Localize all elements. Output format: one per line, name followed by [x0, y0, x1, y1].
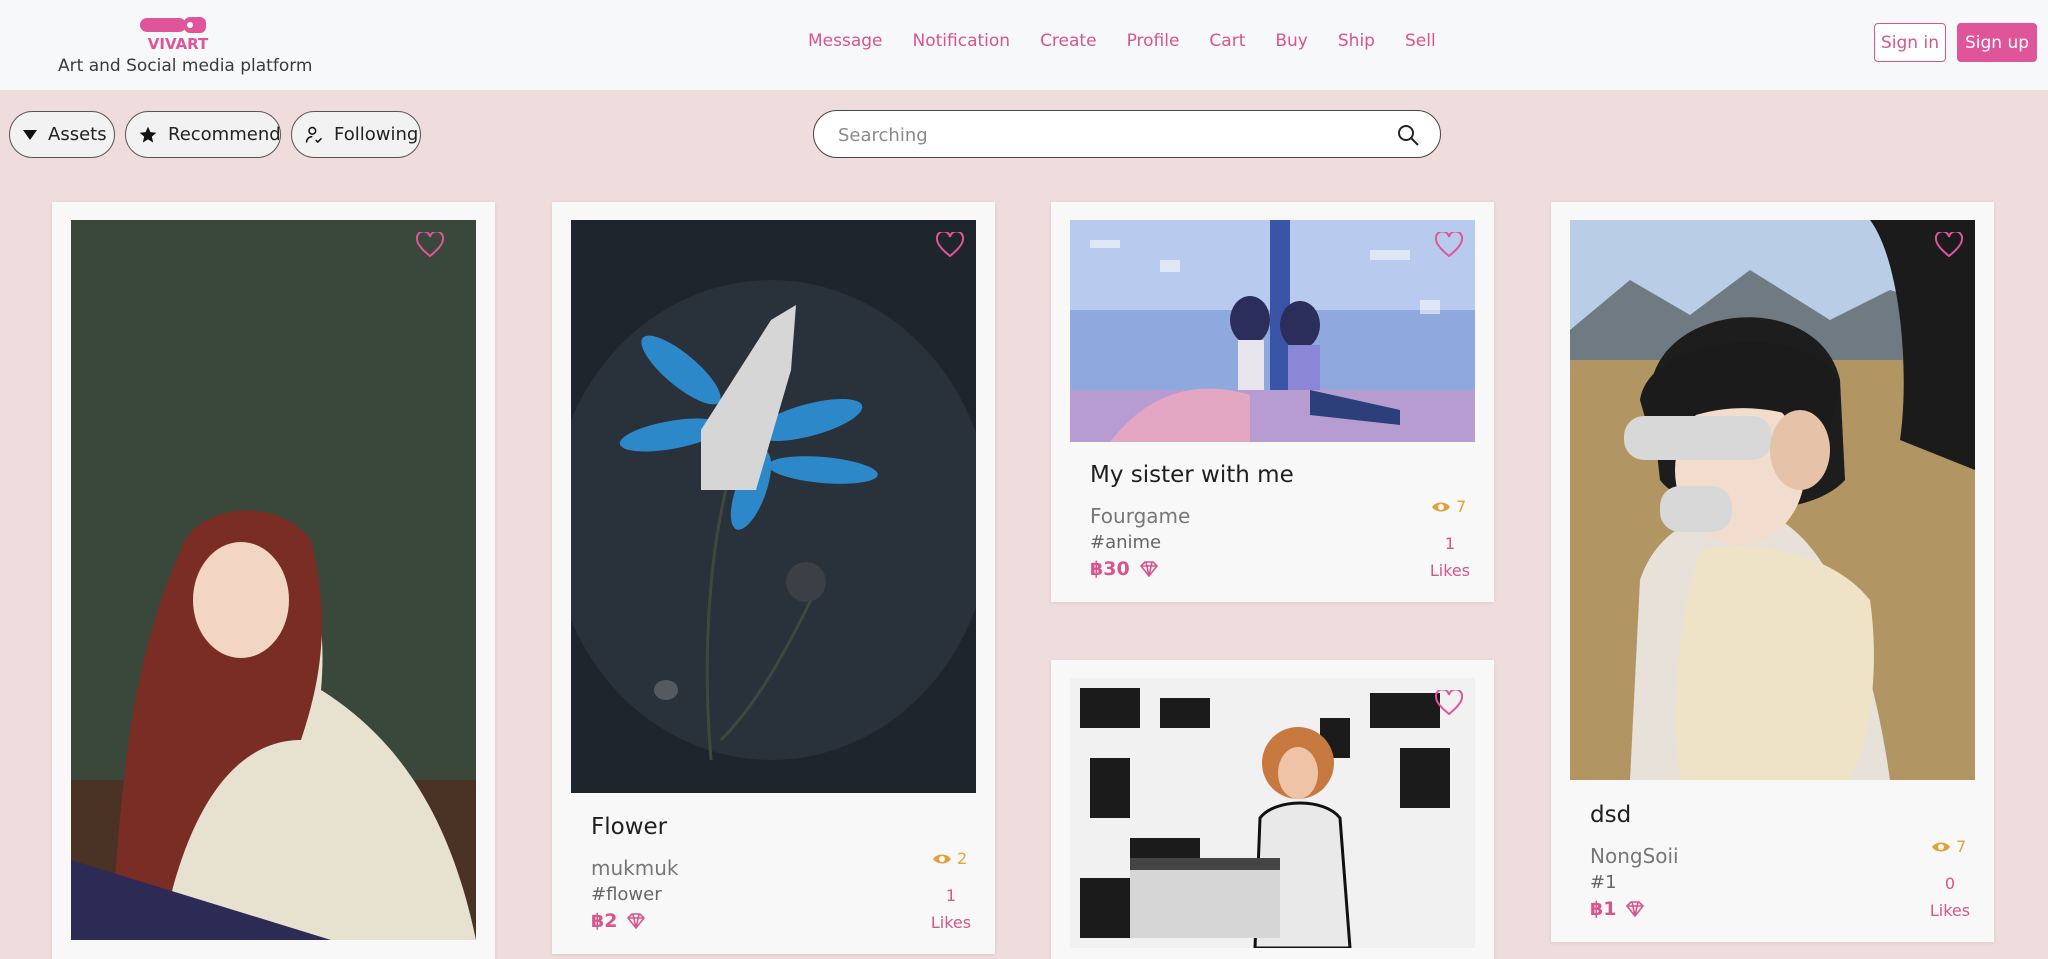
sign-in-button[interactable]: Sign in — [1874, 23, 1946, 62]
top-navbar: VIVART Art and Social media platform Mes… — [0, 0, 2048, 90]
star-icon — [139, 126, 157, 142]
eye-icon — [933, 854, 951, 863]
post-image[interactable] — [1070, 678, 1475, 948]
likes-label: Likes — [1929, 901, 1971, 920]
nav-cart[interactable]: Cart — [1209, 31, 1245, 51]
post-likes: 1 Likes — [1425, 530, 1475, 584]
following-label: Following — [334, 124, 419, 145]
like-heart-icon[interactable] — [1435, 690, 1463, 716]
eye-icon — [1932, 842, 1950, 851]
diamond-icon — [627, 913, 646, 929]
likes-count: 1 — [1444, 534, 1456, 553]
vivart-logo[interactable]: VIVART — [136, 14, 220, 52]
post-views: 2 — [932, 849, 967, 868]
diamond-icon — [1626, 901, 1645, 917]
nav-message[interactable]: Message — [808, 31, 883, 51]
price-value: ฿2 — [591, 910, 618, 932]
nav-notification[interactable]: Notification — [913, 31, 1011, 51]
eye-icon — [1432, 502, 1450, 511]
nav-profile[interactable]: Profile — [1127, 31, 1180, 51]
views-count: 7 — [1956, 837, 1967, 856]
nav-sell[interactable]: Sell — [1405, 31, 1436, 51]
like-heart-icon[interactable] — [936, 232, 964, 258]
post-image[interactable] — [71, 220, 476, 940]
likes-count: 1 — [945, 886, 957, 905]
like-heart-icon[interactable] — [416, 232, 444, 258]
user-check-icon — [305, 126, 323, 143]
diamond-icon — [1139, 561, 1158, 577]
post-card[interactable] — [1051, 660, 1494, 959]
nav-buy[interactable]: Buy — [1275, 31, 1308, 51]
tagline: Art and Social media platform — [58, 56, 313, 76]
svg-text:VIVART: VIVART — [148, 35, 209, 52]
post-image[interactable] — [571, 220, 976, 793]
recommend-label: Recommend — [168, 124, 281, 145]
nav-ship[interactable]: Ship — [1338, 31, 1375, 51]
post-views: 7 — [1431, 497, 1466, 516]
likes-count: 0 — [1944, 874, 1956, 893]
post-image[interactable] — [1570, 220, 1975, 780]
post-card[interactable]: Flower mukmuk #flower ฿2 2 1 Likes — [552, 202, 995, 954]
search-bar — [813, 110, 1441, 158]
views-count: 7 — [1456, 497, 1467, 516]
post-title[interactable]: My sister with me — [1090, 462, 1294, 488]
likes-label: Likes — [1429, 561, 1471, 580]
main-nav: Message Notification Create Profile Cart… — [808, 31, 1436, 51]
post-price: ฿1 — [1590, 898, 1645, 920]
recommend-filter-button[interactable]: Recommend — [125, 111, 281, 158]
search-icon[interactable] — [1396, 123, 1420, 147]
following-filter-button[interactable]: Following — [291, 111, 421, 158]
likes-label: Likes — [930, 913, 972, 932]
post-price: ฿2 — [591, 910, 646, 932]
post-image[interactable] — [1070, 220, 1475, 442]
price-value: ฿1 — [1590, 898, 1617, 920]
caret-down-icon — [23, 129, 37, 140]
post-author[interactable]: NongSoii — [1590, 844, 1679, 868]
post-title[interactable]: dsd — [1590, 802, 1631, 828]
post-card[interactable]: My sister with me Fourgame #anime ฿30 7 … — [1051, 202, 1494, 602]
post-author[interactable]: Fourgame — [1090, 504, 1190, 528]
nav-create[interactable]: Create — [1040, 31, 1097, 51]
sign-up-button[interactable]: Sign up — [1957, 23, 2037, 62]
post-card[interactable]: dsd NongSoii #1 ฿1 7 0 Likes — [1551, 202, 1994, 942]
post-likes: 1 Likes — [926, 882, 976, 936]
assets-filter-button[interactable]: Assets — [9, 111, 115, 158]
post-author[interactable]: mukmuk — [591, 856, 678, 880]
post-card[interactable] — [52, 202, 495, 959]
assets-label: Assets — [48, 124, 107, 145]
like-heart-icon[interactable] — [1435, 232, 1463, 258]
search-input[interactable] — [838, 123, 1378, 147]
post-views: 7 — [1931, 837, 1966, 856]
like-heart-icon[interactable] — [1935, 232, 1963, 258]
post-title[interactable]: Flower — [591, 814, 667, 840]
price-value: ฿30 — [1090, 558, 1130, 580]
post-tag[interactable]: #flower — [591, 884, 662, 905]
post-tag[interactable]: #anime — [1090, 532, 1161, 553]
views-count: 2 — [957, 849, 968, 868]
post-price: ฿30 — [1090, 558, 1158, 580]
post-tag[interactable]: #1 — [1590, 872, 1617, 893]
post-likes: 0 Likes — [1925, 870, 1975, 924]
